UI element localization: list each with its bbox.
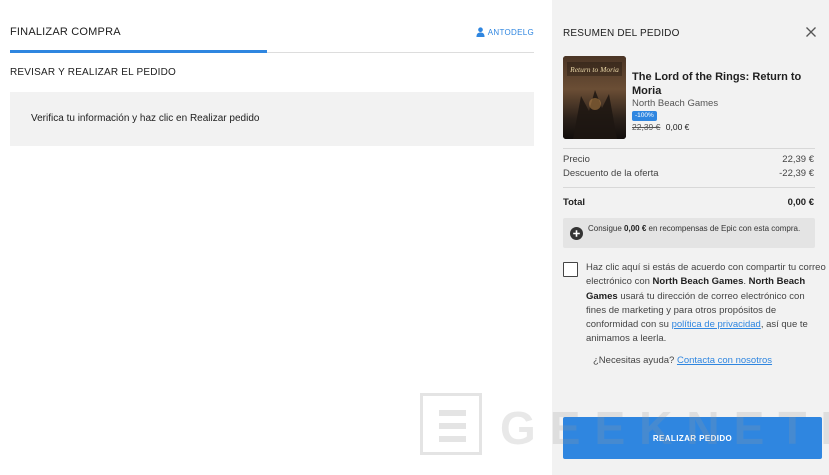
rewards-prefix: Consigue [588,224,622,233]
product-cover-image: Return to Moria [563,56,626,139]
price-label: Precio [563,154,590,165]
checkout-panel: FINALIZAR COMPRA ANTODELG REVISAR Y REAL… [0,0,552,475]
user-account-link[interactable]: ANTODELG [476,27,534,37]
consent-text: Haz clic aquí si estás de acuerdo con co… [586,262,826,345]
price-row: Precio 22,39 € [563,154,814,165]
consent-checkbox[interactable] [563,262,578,277]
checkout-tabbar: FINALIZAR COMPRA ANTODELG [10,0,534,53]
info-box: Verifica tu información y haz clic en Re… [10,92,534,146]
section-title: REVISAR Y REALIZAR EL PEDIDO [10,67,177,78]
total-label: Total [563,197,585,208]
total-value: 0,00 € [787,197,814,208]
rewards-box: Consigue 0,00 € en recompensas de Epic c… [563,218,815,248]
tab-finalizar-compra[interactable]: FINALIZAR COMPRA [10,26,121,38]
user-icon [476,27,485,37]
close-button[interactable] [805,26,817,38]
summary-title: RESUMEN DEL PEDIDO [563,28,680,39]
rewards-amount: 0,00 € [624,224,647,233]
discount-badge: -100% [632,111,657,121]
product-title: The Lord of the Rings: Return to Moria [632,71,802,97]
discount-label: Descuento de la oferta [563,168,659,179]
price-value: 22,39 € [782,154,814,165]
info-text: Verifica tu información y haz clic en Re… [31,113,260,124]
old-price: 22,39 € [632,122,661,132]
username-label: ANTODELG [487,27,534,37]
discount-value: -22,39 € [779,168,814,179]
consent-company: North Beach Games [652,276,744,288]
new-price: 0,00 € [665,122,690,132]
product-publisher: North Beach Games [632,98,719,109]
place-order-button[interactable]: REALIZAR PEDIDO [563,417,822,459]
discount-row: Descuento de la oferta -22,39 € [563,168,814,179]
divider [563,187,815,188]
product-prices: 22,39 € 0,00 € [632,122,689,132]
help-line: ¿Necesitas ayuda? Contacta con nosotros [593,355,772,366]
order-summary-panel: RESUMEN DEL PEDIDO Return to Moria The L… [552,0,829,475]
privacy-policy-link[interactable]: política de privacidad [672,319,761,330]
contact-link[interactable]: Contacta con nosotros [677,355,772,366]
cover-title-text: Return to Moria [569,65,619,74]
plus-circle-icon [570,227,583,240]
tab-active-indicator [10,50,267,53]
total-row: Total 0,00 € [563,197,814,208]
close-icon [805,26,817,38]
divider [563,148,815,149]
help-prefix: ¿Necesitas ayuda? [593,355,675,366]
rewards-suffix: en recompensas de Epic con esta compra. [648,224,801,233]
rewards-text: Consigue 0,00 € en recompensas de Epic c… [588,223,810,234]
